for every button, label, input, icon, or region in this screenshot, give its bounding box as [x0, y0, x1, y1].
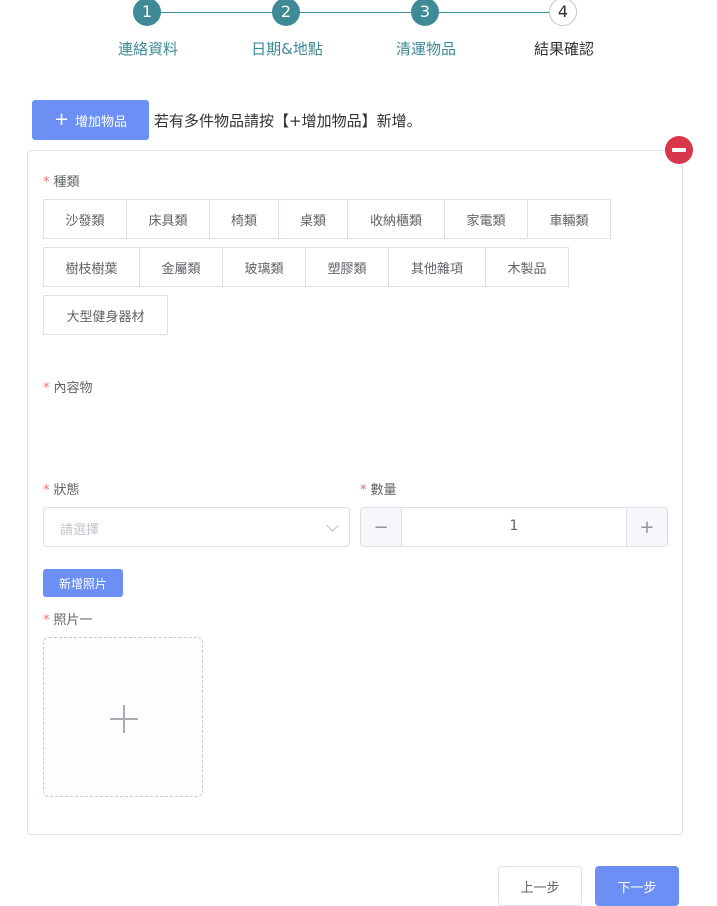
category-option[interactable]: 玻璃類	[222, 247, 306, 287]
category-option[interactable]: 塑膠類	[305, 247, 389, 287]
status-placeholder: 請選擇	[60, 523, 100, 538]
photo-1-label-text: 照片一	[53, 613, 93, 628]
chevron-down-icon	[326, 519, 339, 532]
step-connector	[438, 12, 549, 13]
category-option[interactable]: 大型健身器材	[43, 295, 168, 335]
add-item-hint: 若有多件物品請按【+增加物品】新增。	[154, 112, 422, 130]
add-photo-button[interactable]: 新增照片	[43, 569, 123, 597]
required-mark: *	[43, 613, 50, 628]
required-mark: *	[43, 175, 50, 190]
step-4-label: 結果確認	[533, 40, 594, 58]
category-option[interactable]: 車輛類	[527, 199, 611, 239]
photo-1-label: * 照片一	[43, 609, 93, 628]
category-option[interactable]: 收納櫃類	[347, 199, 445, 239]
category-option[interactable]: 家電類	[444, 199, 528, 239]
required-mark: *	[360, 483, 367, 498]
step-3-circle: 3	[411, 0, 439, 26]
quantity-decrease-button[interactable]: −	[361, 508, 402, 546]
add-item-label: 增加物品	[75, 114, 128, 130]
status-label-text: 狀態	[53, 483, 80, 498]
category-option[interactable]: 桌類	[278, 199, 348, 239]
category-option[interactable]: 木製品	[485, 247, 569, 287]
step-1-label: 連絡資料	[117, 40, 178, 58]
category-option[interactable]: 金屬類	[139, 247, 223, 287]
step-2-circle: 2	[272, 0, 300, 26]
step-connector	[160, 12, 272, 13]
status-label: * 狀態	[43, 479, 80, 498]
plus-icon-vertical	[123, 705, 125, 733]
category-option[interactable]: 床具類	[126, 199, 210, 239]
step-connector	[299, 12, 411, 13]
content-label: * 內容物	[43, 377, 93, 396]
status-select[interactable]: 請選擇	[43, 507, 350, 547]
quantity-increase-button[interactable]: +	[626, 508, 667, 546]
next-step-button[interactable]: 下一步	[595, 866, 679, 906]
step-1-circle: 1	[133, 0, 161, 26]
quantity-stepper: − 1 +	[360, 507, 668, 547]
quantity-input[interactable]: 1	[401, 518, 627, 534]
category-option[interactable]: 樹枝樹葉	[43, 247, 140, 287]
category-label-text: 種類	[53, 175, 80, 190]
remove-item-icon[interactable]	[665, 136, 693, 164]
step-2-label: 日期&地點	[251, 40, 323, 58]
category-option[interactable]: 椅類	[209, 199, 279, 239]
progress-stepper: 1 2 3 4 連絡資料 日期&地點 清運物品 結果確認	[0, 0, 717, 70]
category-option[interactable]: 沙發類	[43, 199, 127, 239]
required-mark: *	[43, 483, 50, 498]
category-label: * 種類	[43, 171, 80, 190]
required-mark: *	[43, 381, 50, 396]
quantity-label-text: 數量	[370, 483, 397, 498]
category-option[interactable]: 其他雜項	[388, 247, 486, 287]
plus-icon: +	[53, 109, 70, 130]
photo-upload-box[interactable]	[43, 637, 203, 797]
step-3-label: 清運物品	[395, 40, 456, 58]
quantity-label: * 數量	[360, 479, 397, 498]
previous-step-button[interactable]: 上一步	[498, 866, 582, 906]
add-item-button[interactable]: + 增加物品	[32, 100, 149, 140]
step-4-circle: 4	[549, 0, 577, 26]
content-label-text: 內容物	[53, 381, 93, 396]
